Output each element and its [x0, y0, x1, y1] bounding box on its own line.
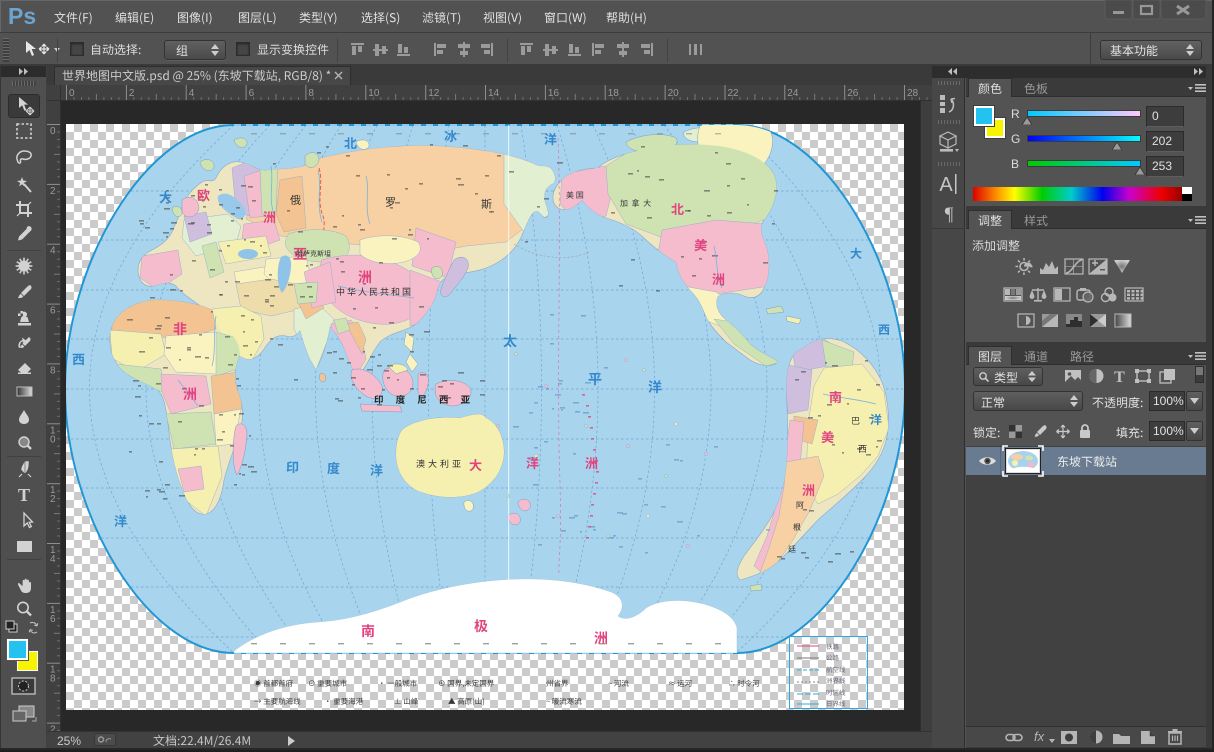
svg-text:24: 24	[787, 88, 799, 99]
svg-text:0: 0	[50, 126, 56, 137]
svg-text:22: 22	[728, 88, 740, 99]
svg-text:8: 8	[50, 674, 56, 685]
svg-text:6: 6	[50, 306, 56, 317]
svg-text:26: 26	[847, 88, 859, 99]
svg-text:4: 4	[50, 554, 56, 565]
svg-text:20: 20	[668, 88, 680, 99]
svg-text:T: T	[1114, 369, 1125, 384]
svg-text:10: 10	[368, 88, 380, 99]
svg-text:¶: ¶	[945, 204, 954, 225]
svg-text:T: T	[18, 485, 30, 505]
svg-text:12: 12	[428, 88, 440, 99]
svg-text:0: 0	[50, 434, 56, 445]
svg-text:4: 4	[50, 246, 56, 257]
svg-text:2: 2	[50, 186, 56, 197]
svg-text:16: 16	[548, 88, 560, 99]
svg-text:28: 28	[907, 88, 919, 99]
svg-text:2: 2	[50, 494, 56, 505]
svg-text:8: 8	[50, 365, 56, 376]
svg-text:14: 14	[488, 88, 500, 99]
svg-text:6: 6	[50, 614, 56, 625]
svg-text:A: A	[939, 174, 953, 196]
svg-text:18: 18	[608, 88, 620, 99]
